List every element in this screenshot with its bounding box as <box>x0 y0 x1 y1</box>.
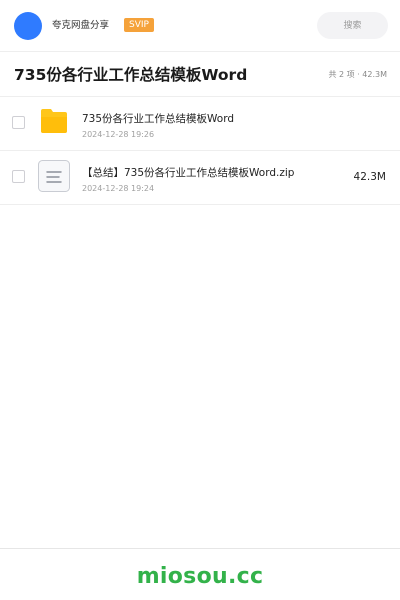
folder-icon <box>41 109 67 133</box>
file-size: 42.3M <box>353 171 386 183</box>
svip-badge: SVIP <box>124 18 154 32</box>
footer: miosou.cc <box>0 548 400 600</box>
page-title: 735份各行业工作总结模板Word <box>14 66 248 84</box>
file-date: 2024-12-28 19:24 <box>82 184 155 193</box>
brand-watermark[interactable]: miosou.cc <box>0 563 400 591</box>
file-row[interactable]: 【总结】735份各行业工作总结模板Word.zip 2024-12-28 19:… <box>0 151 400 205</box>
file-name[interactable]: 735份各行业工作总结模板Word <box>82 112 234 126</box>
sharer-name: 夸克网盘分享 <box>52 20 110 31</box>
file-name[interactable]: 【总结】735份各行业工作总结模板Word.zip <box>82 166 294 180</box>
file-row[interactable]: 735份各行业工作总结模板Word 2024-12-28 19:26 <box>0 97 400 151</box>
top-bar: 夸克网盘分享 SVIP <box>0 0 400 52</box>
document-icon <box>38 160 70 192</box>
select-checkbox[interactable] <box>12 116 25 129</box>
share-page: 夸克网盘分享 SVIP 735份各行业工作总结模板Word 共 2 项 · 42… <box>0 0 400 600</box>
select-checkbox[interactable] <box>12 170 25 183</box>
file-date: 2024-12-28 19:26 <box>82 130 155 139</box>
folder-header: 735份各行业工作总结模板Word 共 2 项 · 42.3M <box>0 52 400 97</box>
avatar[interactable] <box>14 12 42 40</box>
folder-summary: 共 2 项 · 42.3M <box>328 70 387 79</box>
search-input[interactable] <box>317 12 388 39</box>
